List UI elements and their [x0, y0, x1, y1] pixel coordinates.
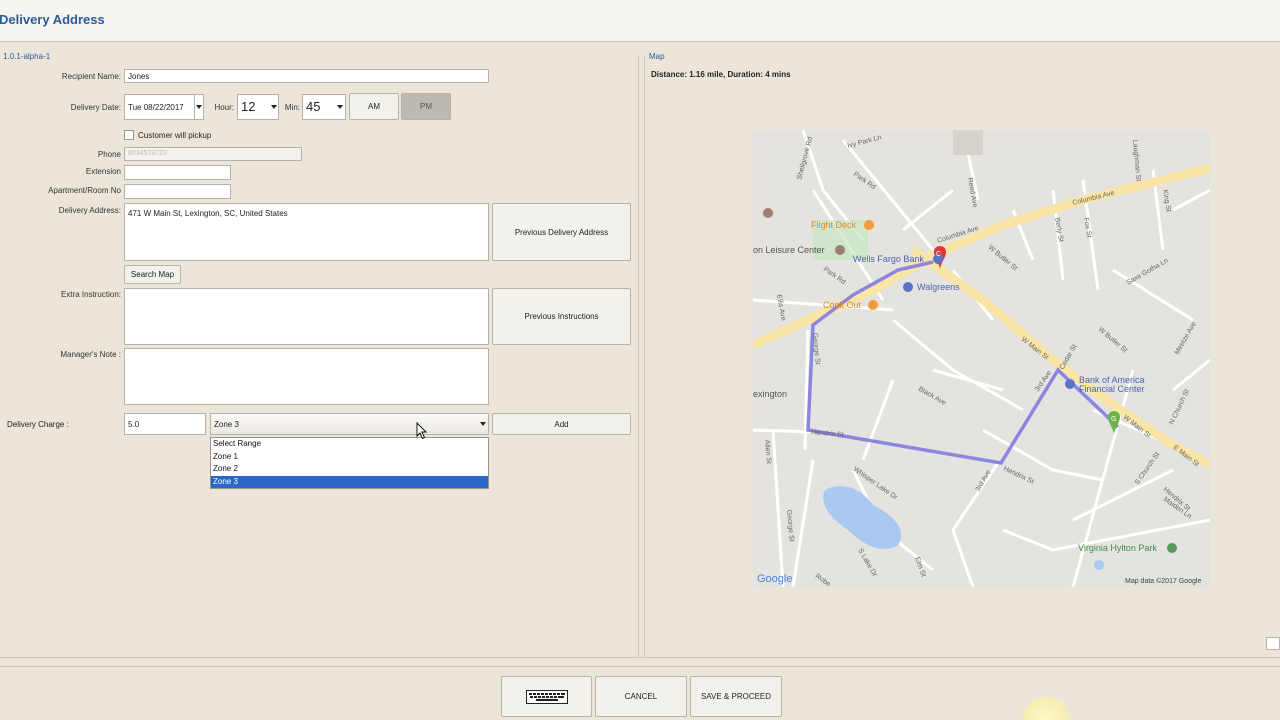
apartment-input[interactable]: [124, 184, 231, 199]
phone-input[interactable]: 8034578723: [124, 147, 302, 161]
keyboard-button[interactable]: [501, 676, 592, 717]
recipient-name-input[interactable]: Jones: [124, 69, 489, 83]
delivery-date-label: Delivery Date:: [70, 103, 121, 112]
zone-option-zone-1[interactable]: Zone 1: [211, 451, 488, 464]
window-title: Delivery Address: [0, 12, 105, 27]
delivery-charge-input[interactable]: 5.0: [124, 413, 206, 435]
hour-label: Hour:: [214, 103, 234, 112]
zone-dropdown-list: Select Range Zone 1 Zone 2 Zone 3: [210, 437, 489, 489]
keyboard-icon: [525, 689, 568, 704]
search-map-button[interactable]: Search Map: [124, 265, 181, 284]
chevron-down-icon: [480, 422, 486, 426]
title-bar: [0, 0, 1280, 42]
map-panel-toggle[interactable]: [1266, 637, 1280, 650]
map-panel-border: [644, 55, 645, 657]
map-place-walgreens: Walgreens: [917, 282, 960, 292]
extra-instruction-textarea[interactable]: [124, 288, 489, 345]
zone-option-select-range[interactable]: Select Range: [211, 438, 488, 451]
cancel-button[interactable]: CANCEL: [595, 676, 687, 717]
hour-value: 12: [241, 99, 256, 114]
customer-pickup-label: Customer will pickup: [138, 131, 212, 140]
recipient-name-label: Recipient Name:: [61, 72, 121, 81]
chevron-down-icon: [337, 105, 343, 109]
delivery-date-field[interactable]: Tue 08/22/2017: [124, 94, 195, 120]
footer-separator: [0, 666, 1280, 667]
min-label: Min:: [284, 103, 300, 112]
map-attribution: Map data ©2017 Google: [1125, 577, 1201, 585]
min-value: 45: [306, 99, 321, 114]
map-place-leisure-center: on Leisure Center: [753, 245, 825, 255]
add-button[interactable]: Add: [492, 413, 631, 435]
previous-delivery-address-button[interactable]: Previous Delivery Address: [492, 203, 631, 261]
map-marker-c-label: C: [936, 251, 941, 258]
mouse-cursor-icon: [416, 422, 428, 440]
date-dropdown-button[interactable]: [194, 94, 204, 120]
zone-select[interactable]: Zone 3: [210, 413, 489, 435]
panel-bottom-border: [0, 657, 1280, 658]
google-logo: Google: [757, 573, 792, 585]
apartment-label: Apartment/Room No: [48, 186, 121, 195]
delivery-charge-label: Delivery Charge :: [7, 420, 69, 429]
customer-pickup-checkbox[interactable]: [124, 130, 134, 140]
extension-label: Extension: [85, 167, 121, 176]
am-button[interactable]: AM: [349, 93, 399, 120]
left-panel-border: [638, 55, 639, 657]
chevron-down-icon: [271, 105, 277, 109]
map-place-flight-deck: Flight Deck: [811, 220, 857, 230]
touch-indicator: [1022, 697, 1070, 720]
map-place-wells-fargo: Wells Fargo Bank: [853, 254, 924, 264]
version-label: 1.0.1-alpha-1: [3, 52, 51, 61]
pm-button[interactable]: PM: [401, 93, 451, 120]
phone-label: Phone: [97, 150, 121, 159]
save-proceed-button[interactable]: SAVE & PROCEED: [690, 676, 782, 717]
managers-note-textarea[interactable]: [124, 348, 489, 405]
map-view[interactable]: Flight Deck on Leisure Center Wells Farg…: [753, 130, 1210, 587]
map-marker-g-label: G: [1111, 416, 1116, 423]
delivery-address-textarea[interactable]: 471 W Main St, Lexington, SC, United Sta…: [124, 203, 489, 261]
zone-option-zone-3[interactable]: Zone 3: [211, 475, 488, 488]
map-place-lexington: exington: [753, 389, 787, 399]
zone-select-value: Zone 3: [214, 420, 239, 429]
map-place-virginia-hylton: Virginia Hylton Park: [1078, 543, 1157, 553]
map-place-financial-center: Financial Center: [1079, 384, 1145, 394]
map-place-cook-out: Cook Out: [823, 300, 862, 310]
extension-input[interactable]: [124, 165, 231, 180]
delivery-address-label: Delivery Address:: [58, 206, 121, 215]
map-label: Map: [649, 52, 665, 61]
chevron-down-icon: [196, 105, 202, 109]
previous-instructions-button[interactable]: Previous Instructions: [492, 288, 631, 345]
zone-option-zone-2[interactable]: Zone 2: [211, 463, 488, 476]
managers-note-label: Manager's Note :: [60, 350, 121, 359]
distance-text: Distance: 1.16 mile, Duration: 4 mins: [651, 70, 791, 79]
extra-instruction-label: Extra Instruction:: [60, 290, 121, 299]
